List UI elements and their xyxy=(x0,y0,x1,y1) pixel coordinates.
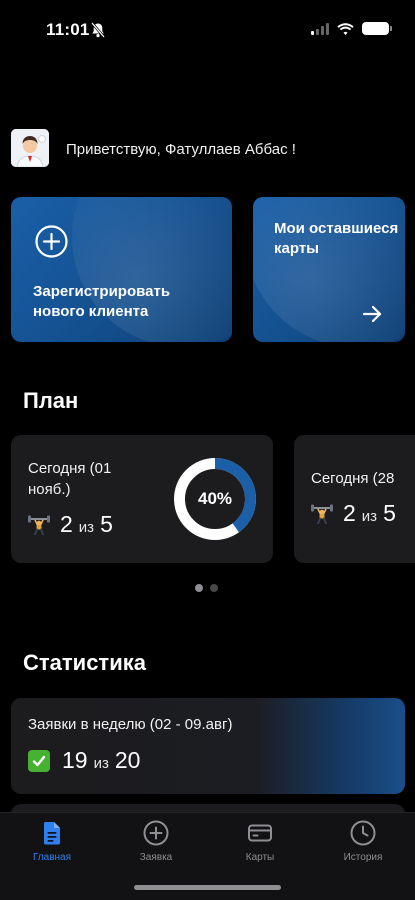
tab-cards-label: Карты xyxy=(245,852,275,863)
weekly-requests-title: Заявки в неделю (02 - 09.авг) xyxy=(28,716,233,733)
weightlifter-icon xyxy=(311,504,333,524)
tab-history[interactable]: История xyxy=(318,819,408,863)
plan-percent-label: 40% xyxy=(197,489,233,508)
my-cards-label: Мои оставшиеся карты xyxy=(274,220,399,257)
wifi-icon xyxy=(337,22,354,35)
plan-progress-count: 2 из 5 xyxy=(28,511,113,538)
tab-home-label: Главная xyxy=(32,852,72,863)
status-time: 11:01 xyxy=(46,20,90,39)
weekly-requests-count: 19 из 20 xyxy=(28,747,140,774)
requests-of: из xyxy=(93,755,109,772)
plus-circle-icon xyxy=(35,225,68,258)
plan-title: План xyxy=(23,388,79,413)
requests-done: 19 xyxy=(62,747,88,773)
plan-date: Сегодня (01 нояб.) xyxy=(28,460,112,498)
plan-done: 2 xyxy=(60,511,73,537)
weekly-requests-card[interactable]: Заявки в неделю (02 - 09.авг) 19 из 20 xyxy=(11,698,405,794)
credit-card-icon xyxy=(248,824,272,842)
plan-page-indicator[interactable] xyxy=(195,584,218,592)
plan-done: 2 xyxy=(343,500,356,526)
stats-title: Статистика xyxy=(23,650,146,675)
battery-icon xyxy=(362,22,392,35)
tab-request[interactable]: Заявка xyxy=(111,819,201,863)
status-icons xyxy=(311,22,392,35)
bell-off-icon xyxy=(91,22,105,38)
page-dot[interactable] xyxy=(210,584,218,592)
weightlifter-icon xyxy=(28,515,50,535)
plan-date: Сегодня (28 xyxy=(311,470,395,487)
document-icon xyxy=(43,822,60,845)
check-mark-icon xyxy=(28,749,50,772)
plan-total: 5 xyxy=(383,500,396,526)
plan-of: из xyxy=(361,508,378,525)
greeting-text: Приветствую, Фатуллаев Аббас ! xyxy=(66,141,296,158)
requests-total: 20 xyxy=(114,747,141,773)
tab-home[interactable]: Главная xyxy=(7,819,97,863)
my-cards-card[interactable]: Мои оставшиеся карты xyxy=(253,197,405,342)
page-dot[interactable] xyxy=(195,584,203,592)
cellular-signal-icon xyxy=(311,22,329,35)
tab-cards[interactable]: Карты xyxy=(215,819,305,863)
register-client-card[interactable]: Зарегистрировать нового клиента xyxy=(11,197,232,342)
avatar[interactable] xyxy=(11,129,49,167)
arrow-right-icon xyxy=(362,305,382,323)
home-indicator xyxy=(134,885,281,890)
plus-circle-icon xyxy=(143,820,169,846)
register-client-label: Зарегистрировать нового клиента xyxy=(33,283,171,320)
plan-of: из xyxy=(78,519,95,536)
tab-request-label: Заявка xyxy=(139,852,173,863)
status-bar: 11:01 xyxy=(0,0,415,60)
plan-total: 5 xyxy=(100,511,113,537)
plan-card[interactable]: Сегодня (28 2 из 5 xyxy=(294,435,415,563)
user-avatar-icon xyxy=(11,129,49,167)
clock-icon xyxy=(350,820,376,846)
tab-history-label: История xyxy=(343,852,383,863)
plan-card[interactable]: Сегодня (01 нояб.) 2 из 5 40% xyxy=(11,435,273,563)
plan-progress-count: 2 из 5 xyxy=(311,500,396,527)
